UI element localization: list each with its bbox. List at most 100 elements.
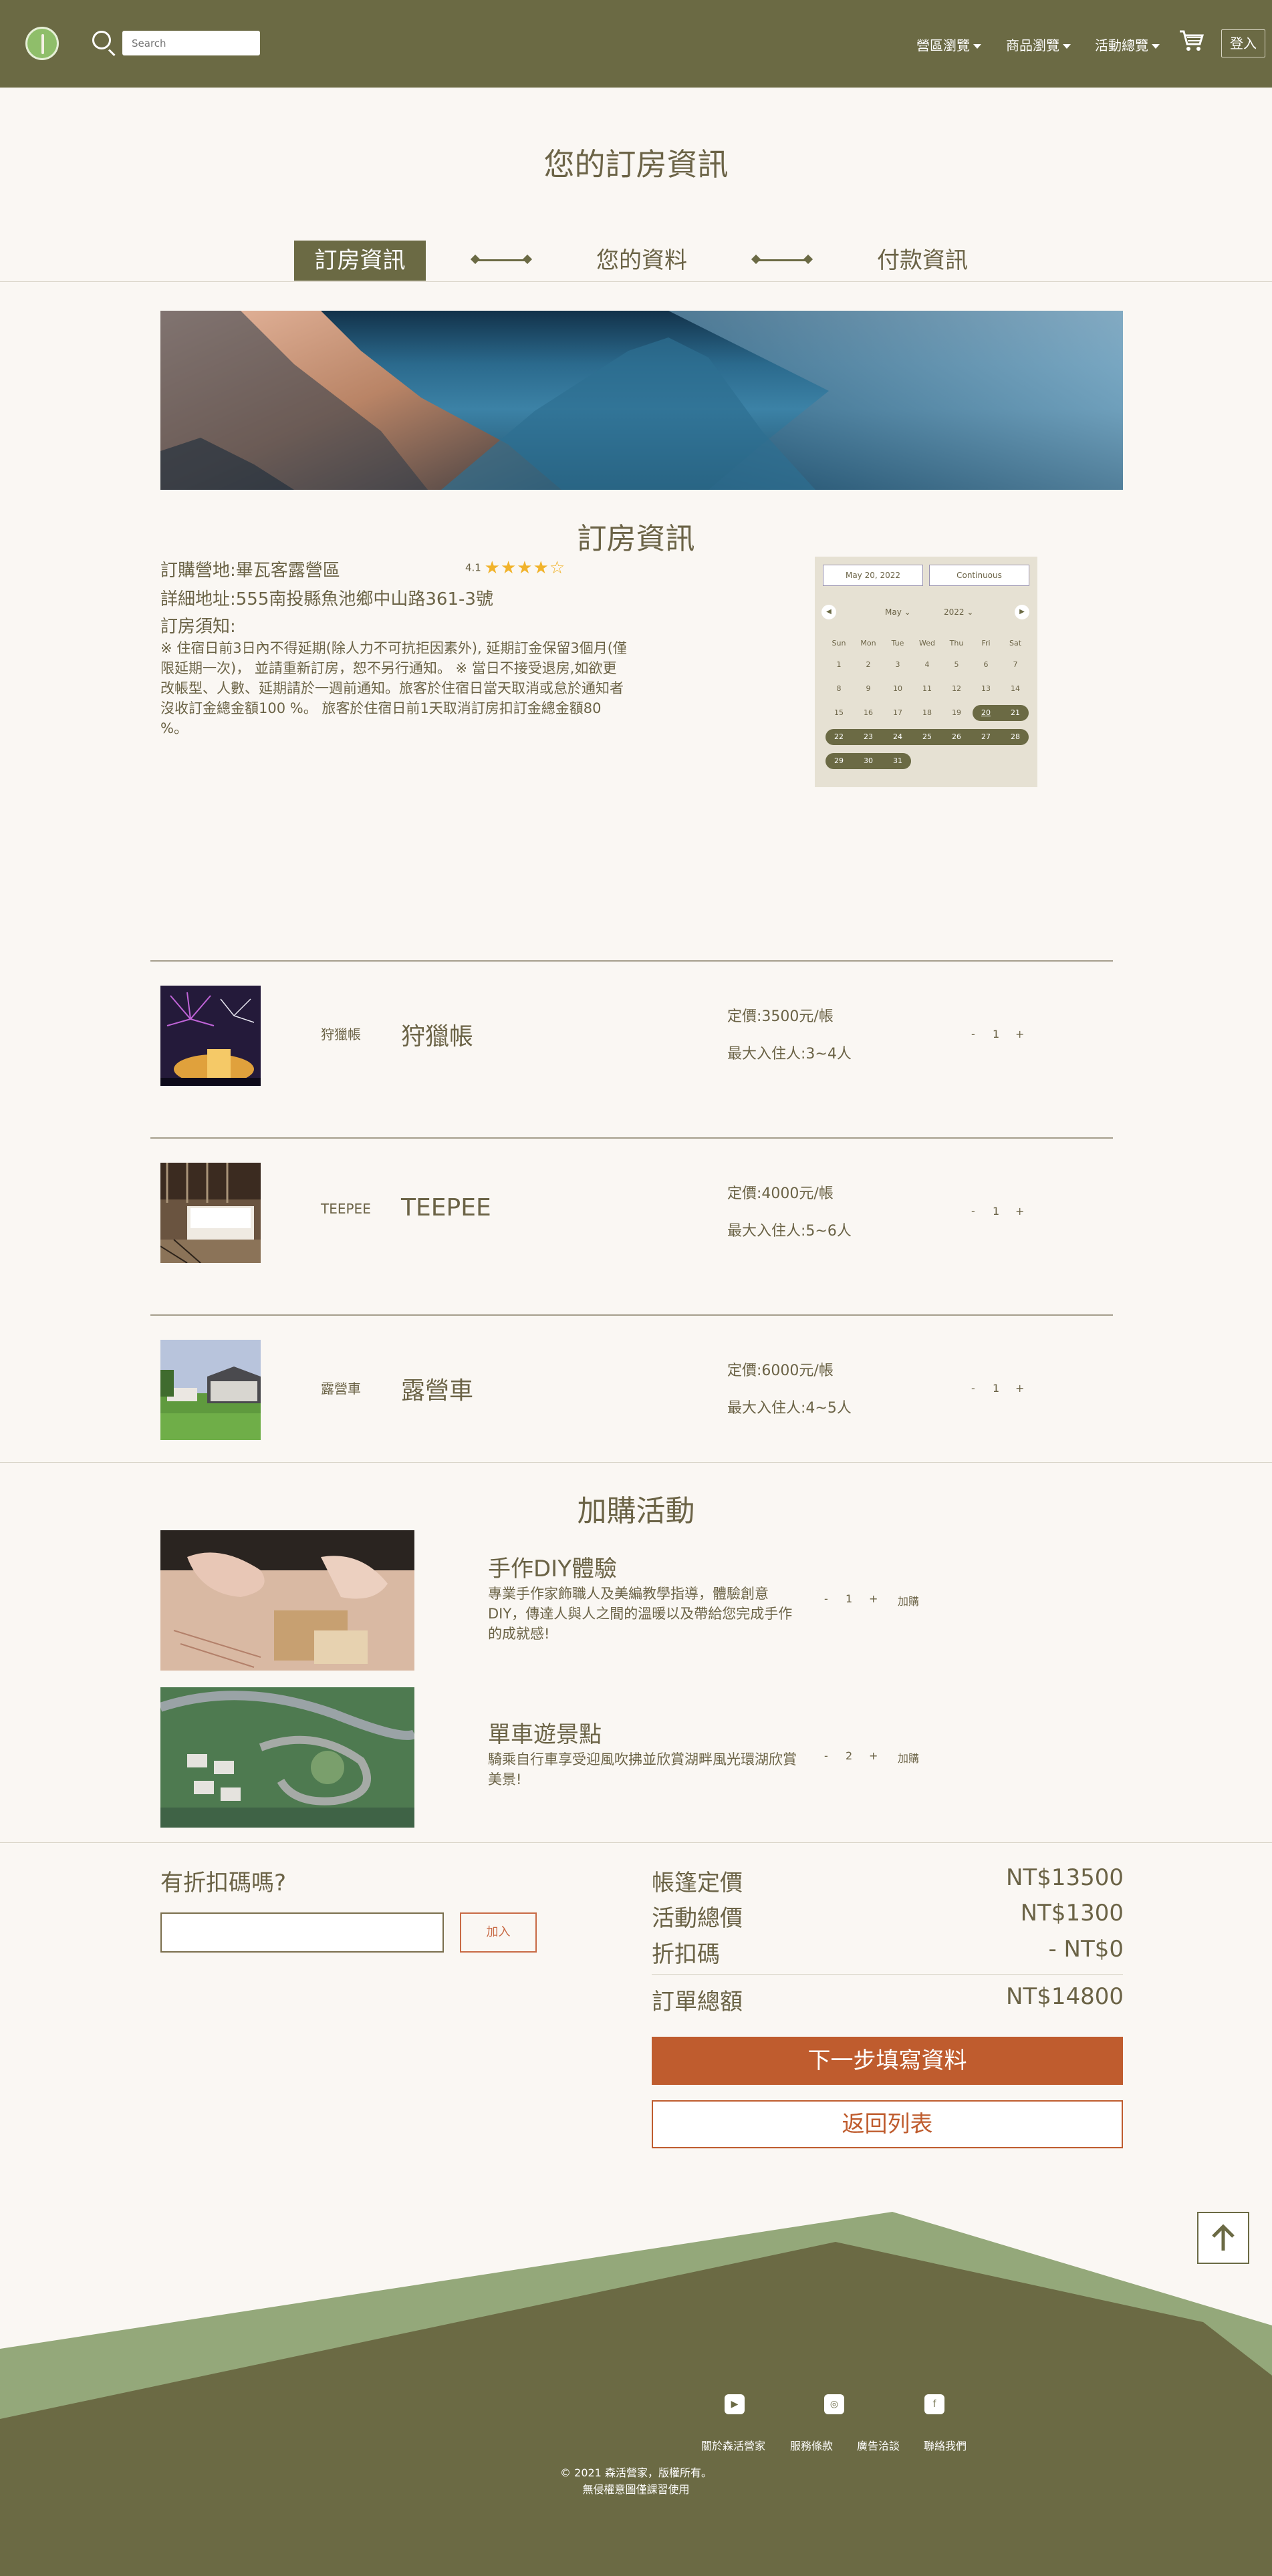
step-your-info: 您的資料	[596, 247, 687, 274]
nav-activities-label: 活動總覽	[1095, 37, 1148, 53]
chevron-down-icon	[1063, 44, 1071, 49]
room-price: 定價:3500元/帳	[727, 1008, 834, 1025]
tent-price-value: NT$13500	[1006, 1864, 1124, 1891]
discount-code-input[interactable]	[160, 1912, 444, 1953]
end-date-field[interactable]: Continuous	[929, 565, 1029, 586]
hunting-tent-image	[160, 986, 261, 1086]
calendar-day[interactable]: 1	[824, 657, 854, 673]
month-label: May	[885, 607, 902, 617]
next-month-icon[interactable]: ▶	[1015, 605, 1029, 619]
search-input[interactable]	[122, 31, 260, 55]
prev-month-icon[interactable]: ◀	[821, 605, 836, 619]
qty-decrease-button[interactable]: -	[824, 1749, 828, 1762]
month-select[interactable]: May ⌄	[885, 607, 911, 617]
calendar-day[interactable]: 9	[854, 681, 883, 697]
chevron-down-icon	[1152, 44, 1160, 49]
qty-decrease-button[interactable]: -	[824, 1592, 828, 1605]
qty-value[interactable]: 1	[993, 1382, 999, 1395]
weekday-label: Thu	[949, 639, 964, 648]
calendar-day[interactable]: 11	[912, 681, 942, 697]
diy-workshop-image	[160, 1530, 414, 1671]
qty-increase-button[interactable]: +	[1015, 1028, 1024, 1040]
calendar-day[interactable]: 7	[1001, 657, 1030, 673]
apply-discount-button[interactable]: 加入	[460, 1912, 537, 1953]
year-select[interactable]: 2022 ⌄	[944, 607, 973, 617]
login-button[interactable]: 登入	[1221, 29, 1265, 57]
teepee-image	[160, 1163, 261, 1263]
qty-decrease-button[interactable]: -	[971, 1028, 975, 1040]
back-to-top-button[interactable]	[1197, 2212, 1249, 2264]
qty-value[interactable]: 2	[846, 1749, 852, 1762]
calendar-day[interactable]: 4	[912, 657, 942, 673]
calendar-day[interactable]: 16	[854, 705, 883, 721]
qty-increase-button[interactable]: +	[869, 1592, 878, 1605]
calendar-day[interactable]: 18	[912, 705, 942, 721]
calendar-day[interactable]: 13	[971, 681, 1001, 697]
calendar-day[interactable]: 29	[824, 753, 854, 769]
youtube-icon[interactable]: ▶	[725, 2394, 745, 2414]
instagram-icon[interactable]: ◎	[824, 2394, 844, 2414]
calendar-day[interactable]: 31	[883, 753, 912, 769]
calendar-day[interactable]: 5	[942, 657, 971, 673]
calendar-day[interactable]: 15	[824, 705, 854, 721]
nav-products[interactable]: 商品瀏覽	[1006, 35, 1071, 54]
divider	[0, 281, 1272, 282]
calendar-day[interactable]: 24	[883, 729, 912, 745]
calendar-day[interactable]: 2	[854, 657, 883, 673]
calendar-day[interactable]: 17	[883, 705, 912, 721]
qty-value[interactable]: 1	[993, 1028, 999, 1040]
back-to-list-button[interactable]: 返回列表	[652, 2100, 1123, 2148]
nav-activities[interactable]: 活動總覽	[1095, 35, 1160, 54]
calendar-day[interactable]: 21	[1001, 705, 1030, 721]
divider	[150, 960, 1113, 962]
nav-campsites[interactable]: 營區瀏覽	[916, 35, 981, 54]
footer-link-contact[interactable]: 聯絡我們	[924, 2437, 967, 2453]
facebook-icon[interactable]: f	[924, 2394, 944, 2414]
calendar-day[interactable]: 14	[1001, 681, 1030, 697]
next-step-button[interactable]: 下一步填寫資料	[652, 2037, 1123, 2085]
logo-icon[interactable]	[25, 27, 59, 60]
calendar-day[interactable]: 8	[824, 681, 854, 697]
nav-campsites-label: 營區瀏覽	[916, 37, 970, 53]
weekday-label: Tue	[891, 639, 904, 648]
calendar-day[interactable]: 27	[971, 729, 1001, 745]
qty-value[interactable]: 1	[846, 1592, 852, 1605]
footer-link-about[interactable]: 關於森活營家	[701, 2437, 765, 2453]
qty-increase-button[interactable]: +	[1015, 1382, 1024, 1395]
calendar-day[interactable]: 19	[942, 705, 971, 721]
chevron-down-icon	[973, 44, 981, 49]
footer-link-terms[interactable]: 服務條款	[790, 2437, 833, 2453]
qty-value[interactable]: 1	[993, 1205, 999, 1218]
step-payment-info: 付款資訊	[877, 247, 968, 274]
calendar-day[interactable]: 26	[942, 729, 971, 745]
calendar-day[interactable]: 10	[883, 681, 912, 697]
booking-section-title: 訂房資訊	[577, 522, 695, 556]
calendar-day[interactable]: 6	[971, 657, 1001, 673]
start-date-field[interactable]: May 20, 2022	[823, 565, 923, 586]
campsite-address: 詳細地址:555南投縣魚池鄉中山路361-3號	[160, 589, 493, 609]
room-type-label: 狩獵帳	[321, 1026, 361, 1042]
qty-increase-button[interactable]: +	[1015, 1205, 1024, 1218]
date-picker: May 20, 2022 Continuous ◀ ▶ May ⌄ 2022 ⌄…	[815, 557, 1037, 787]
calendar-day[interactable]: 12	[942, 681, 971, 697]
calendar-day[interactable]: 22	[824, 729, 854, 745]
arrow-up-icon	[1212, 2224, 1235, 2251]
qty-decrease-button[interactable]: -	[971, 1205, 975, 1218]
calendar-day[interactable]: 23	[854, 729, 883, 745]
discount-code-label: 折扣碼	[652, 1941, 720, 1968]
calendar-day[interactable]: 3	[883, 657, 912, 673]
footer-link-ads[interactable]: 廣告洽談	[857, 2437, 900, 2453]
divider	[150, 1137, 1113, 1139]
add-addon-button[interactable]: 加購	[898, 1749, 919, 1765]
calendar-day[interactable]: 20	[971, 705, 1001, 721]
calendar-day[interactable]: 28	[1001, 729, 1030, 745]
calendar-day[interactable]: 25	[912, 729, 942, 745]
addon-title: 手作DIY體驗	[488, 1556, 617, 1582]
disclaimer-text: 無侵權意圖僅課習使用	[582, 2483, 690, 2496]
add-addon-button[interactable]: 加購	[898, 1592, 919, 1608]
qty-decrease-button[interactable]: -	[971, 1382, 975, 1395]
qty-increase-button[interactable]: +	[869, 1749, 878, 1762]
cart-icon[interactable]	[1179, 29, 1204, 52]
calendar-day[interactable]: 30	[854, 753, 883, 769]
search-icon[interactable]	[92, 31, 111, 49]
